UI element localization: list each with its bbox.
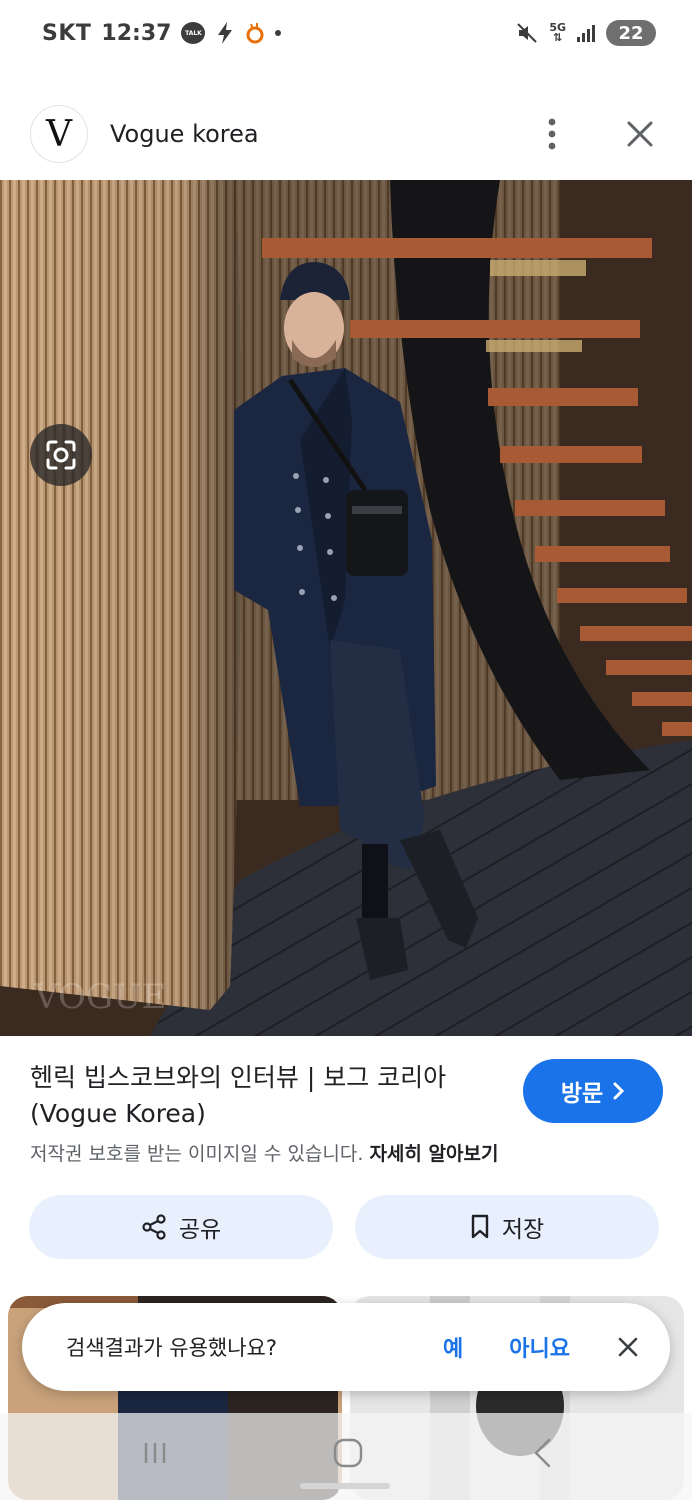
back-icon [534,1438,551,1468]
share-button[interactable]: 공유 [29,1195,333,1259]
more-options-button[interactable] [528,110,576,158]
signal-icon [577,25,595,42]
gesture-handle[interactable] [300,1483,390,1489]
dot-icon [275,30,282,36]
close-icon [627,121,653,147]
mute-icon [517,23,538,43]
save-button[interactable]: 저장 [355,1195,659,1259]
status-bar-right: 5G ⇅ 22 [515,20,656,46]
battery-level: 22 [618,22,644,44]
image-title[interactable]: 헨릭 빕스코브와의 인터뷰 | 보그 코리아 (Vogue Korea) [30,1060,500,1132]
clock-time: 12:37 [101,20,172,46]
close-icon [618,1337,638,1357]
share-label: 공유 [178,1217,222,1243]
carrier-label: SKT [42,20,92,46]
kakaotalk-icon: TALK [181,22,206,44]
feedback-close-button[interactable] [610,1329,646,1365]
result-image[interactable]: VOGUE [0,180,692,1036]
home-button[interactable] [318,1433,378,1473]
copyright-notice: 저작권 보호를 받는 이미지일 수 있습니다. 자세히 알아보기 [30,1139,498,1166]
home-icon [333,1438,363,1468]
bolt-icon [218,22,233,44]
chevron-right-icon [613,1082,625,1100]
feedback-prompt: 검색결과가 유용했나요? 예 아니요 [22,1303,670,1391]
source-logo-letter: V [46,113,72,155]
photo: VOGUE [0,180,692,1036]
feedback-yes-button[interactable]: 예 [443,1331,463,1363]
app-notification-icon [246,23,264,44]
close-button[interactable] [616,110,664,158]
lens-search-button[interactable] [30,424,92,486]
vogue-watermark: VOGUE [33,977,166,1017]
learn-more-link[interactable]: 자세히 알아보기 [369,1143,498,1165]
lens-search-icon [46,440,76,470]
5g-icon: 5G ⇅ [549,21,566,44]
more-vert-icon [548,118,556,150]
visit-label: 방문 [560,1081,604,1107]
network-type: 5G [549,21,566,34]
recents-button[interactable] [125,1433,185,1473]
battery-icon: 22 [606,20,656,46]
visit-button[interactable]: 방문 [523,1059,663,1123]
feedback-no-button[interactable]: 아니요 [509,1331,570,1363]
save-label: 저장 [501,1217,545,1243]
feedback-question: 검색결과가 유용했나요? [66,1336,278,1360]
share-icon [142,1214,166,1240]
recents-icon [144,1443,166,1463]
source-header: V Vogue korea [0,96,692,172]
copyright-text: 저작권 보호를 받는 이미지일 수 있습니다. [30,1143,364,1165]
source-logo[interactable]: V [30,105,88,163]
source-name[interactable]: Vogue korea [110,120,259,148]
bookmark-icon [471,1214,489,1239]
status-bar: SKT 12:37 TALK 5G ⇅ 22 [0,0,692,66]
back-button[interactable] [512,1433,572,1473]
system-nav-bar [0,1413,692,1500]
status-bar-left: SKT 12:37 TALK [42,20,282,46]
